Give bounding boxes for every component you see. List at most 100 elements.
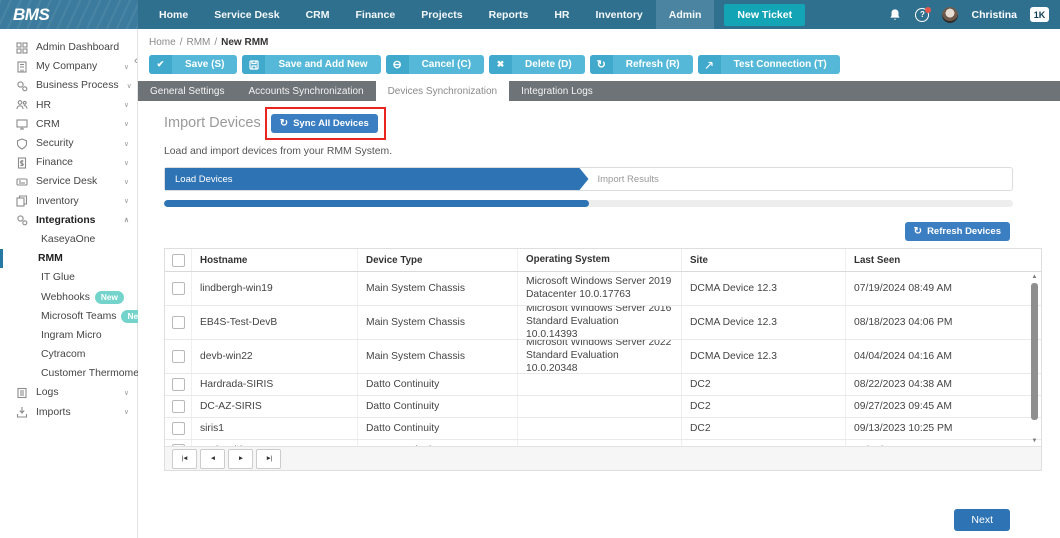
previous-page-button[interactable]: ◄ xyxy=(200,449,225,469)
cell-device-type: Datto Continuity xyxy=(357,396,517,417)
column-hostname[interactable]: Hostname xyxy=(191,249,357,271)
sidebar-item-inventory[interactable]: Inventory ∨ xyxy=(0,192,137,211)
notifications-bell-icon[interactable] xyxy=(888,8,902,22)
nav-projects[interactable]: Projects xyxy=(408,0,475,29)
bms-logo[interactable]: BMS xyxy=(0,0,138,29)
select-all-checkbox[interactable] xyxy=(172,254,185,267)
nav-crm[interactable]: CRM xyxy=(293,0,343,29)
sidebar-item-security[interactable]: Security ∨ xyxy=(0,134,137,153)
cell-os: Microsoft Windows Server 2019 Datacenter… xyxy=(517,272,681,305)
table-row[interactable]: TaylorSiris1 Datto Continuity DC2 08/22/… xyxy=(165,440,1041,446)
column-last-seen[interactable]: Last Seen xyxy=(845,249,1041,271)
breadcrumb-home[interactable]: Home xyxy=(149,37,176,48)
row-checkbox[interactable] xyxy=(172,444,185,446)
save-and-add-new-button[interactable]: Save and Add New xyxy=(242,55,380,74)
chevron-down-icon: ∨ xyxy=(124,389,129,397)
cell-hostname: DC-AZ-SIRIS xyxy=(191,396,357,417)
chevron-down-icon: ∨ xyxy=(124,408,129,416)
table-row[interactable]: Hardrada-SIRIS Datto Continuity DC2 08/2… xyxy=(165,374,1041,396)
chevron-down-icon: ∨ xyxy=(124,101,129,109)
nav-home[interactable]: Home xyxy=(146,0,201,29)
breadcrumb-rmm[interactable]: RMM xyxy=(186,37,210,48)
scroll-down-icon[interactable]: ▼ xyxy=(1032,438,1038,444)
next-button[interactable]: Next xyxy=(954,509,1010,531)
nav-inventory[interactable]: Inventory xyxy=(582,0,655,29)
delete-button[interactable]: ✖ Delete (D) xyxy=(489,55,585,74)
wizard-stepper: Load Devices Import Results xyxy=(164,167,1013,191)
integrations-icon xyxy=(16,214,28,226)
table-row[interactable]: EB4S-Test-DevB Main System Chassis Micro… xyxy=(165,306,1041,340)
tab-accounts-synchronization[interactable]: Accounts Synchronization xyxy=(237,81,376,101)
record-toolbar: ✔ Save (S) Save and Add New ⊖ Cancel (C)… xyxy=(138,51,1060,81)
chevron-down-icon: ∨ xyxy=(124,159,129,167)
row-checkbox[interactable] xyxy=(172,282,185,295)
new-ticket-button[interactable]: New Ticket xyxy=(724,4,805,26)
row-checkbox[interactable] xyxy=(172,422,185,435)
sidebar-item-webhooks[interactable]: Webhooks New xyxy=(0,287,137,306)
sidebar-item-microsoft-teams[interactable]: Microsoft Teams New xyxy=(0,307,137,326)
sidebar-item-integrations[interactable]: Integrations ∧ xyxy=(0,211,137,230)
sidebar-item-business-process[interactable]: Business Process ∨ xyxy=(0,76,137,95)
scroll-up-icon[interactable]: ▲ xyxy=(1032,274,1038,280)
tab-devices-synchronization[interactable]: Devices Synchronization xyxy=(376,81,510,101)
sidebar-item-my-company[interactable]: My Company ∨ xyxy=(0,57,137,76)
sidebar-label: Webhooks xyxy=(41,292,90,303)
nav-finance[interactable]: Finance xyxy=(343,0,409,29)
table-row[interactable]: siris1 Datto Continuity DC2 09/13/2023 1… xyxy=(165,418,1041,440)
sidebar-item-cytracom[interactable]: Cytracom xyxy=(0,345,137,364)
cell-site: DC2 xyxy=(681,440,845,446)
row-checkbox[interactable] xyxy=(172,350,185,363)
sidebar-label: IT Glue xyxy=(41,272,75,283)
row-checkbox[interactable] xyxy=(172,316,185,329)
table-row[interactable]: DC-AZ-SIRIS Datto Continuity DC2 09/27/2… xyxy=(165,396,1041,418)
column-device-type[interactable]: Device Type xyxy=(357,249,517,271)
table-row[interactable]: devb-win22 Main System Chassis Microsoft… xyxy=(165,340,1041,374)
sidebar-item-hr[interactable]: HR ∨ xyxy=(0,96,137,115)
sidebar-item-kaseyaone[interactable]: KaseyaOne xyxy=(0,230,137,249)
tab-general-settings[interactable]: General Settings xyxy=(138,81,237,101)
step-import-results[interactable]: Import Results xyxy=(598,168,659,190)
cancel-button[interactable]: ⊖ Cancel (C) xyxy=(386,55,484,74)
nav-hr[interactable]: HR xyxy=(541,0,582,29)
column-site[interactable]: Site xyxy=(681,249,845,271)
sidebar-item-customer-thermometer[interactable]: Customer Thermometer xyxy=(0,364,137,383)
sidebar-label: HR xyxy=(36,100,51,111)
chevron-down-icon: ∨ xyxy=(124,178,129,186)
first-page-button[interactable]: |◄ xyxy=(172,449,197,469)
sidebar-item-ingram-micro[interactable]: Ingram Micro xyxy=(0,326,137,345)
row-checkbox[interactable] xyxy=(172,400,185,413)
cell-os xyxy=(517,418,681,439)
refresh-devices-button[interactable]: ↻ Refresh Devices xyxy=(905,222,1010,241)
column-operating-system[interactable]: Operating System xyxy=(517,249,681,271)
devices-table: Hostname Device Type Operating System Si… xyxy=(164,248,1042,471)
nav-admin[interactable]: Admin xyxy=(656,0,715,29)
tab-integration-logs[interactable]: Integration Logs xyxy=(509,81,605,101)
nav-reports[interactable]: Reports xyxy=(476,0,542,29)
sidebar-item-admin-dashboard[interactable]: Admin Dashboard xyxy=(0,38,137,57)
cell-os: Microsoft Windows Server 2016 Standard E… xyxy=(517,306,681,339)
help-icon[interactable]: ? xyxy=(915,8,929,22)
cell-site: DCMA Device 12.3 xyxy=(681,306,845,339)
sidebar-item-logs[interactable]: Logs ∨ xyxy=(0,383,137,402)
sidebar-item-imports[interactable]: Imports ∨ xyxy=(0,403,137,422)
next-page-button[interactable]: ► xyxy=(228,449,253,469)
save-button[interactable]: ✔ Save (S) xyxy=(149,55,237,74)
step-load-devices[interactable]: Load Devices xyxy=(165,168,589,190)
last-page-button[interactable]: ►| xyxy=(256,449,281,469)
sidebar-item-it-glue[interactable]: IT Glue xyxy=(0,268,137,287)
row-checkbox[interactable] xyxy=(172,378,185,391)
test-connection-button[interactable]: Test Connection (T) xyxy=(698,55,840,74)
sidebar-collapse-icon[interactable]: ‹ xyxy=(134,55,138,67)
refresh-button[interactable]: ↻ Refresh (R) xyxy=(590,55,693,74)
user-avatar[interactable] xyxy=(942,7,958,23)
nav-service-desk[interactable]: Service Desk xyxy=(201,0,292,29)
user-name[interactable]: Christina xyxy=(971,9,1017,21)
sidebar-item-rmm[interactable]: RMM xyxy=(0,249,137,268)
scrollbar-thumb[interactable] xyxy=(1031,283,1038,420)
sidebar-item-crm[interactable]: CRM ∨ xyxy=(0,115,137,134)
chevron-up-icon: ∧ xyxy=(124,216,129,224)
table-row[interactable]: lindbergh-win19 Main System Chassis Micr… xyxy=(165,272,1041,306)
kaseya-one-icon[interactable]: 1K xyxy=(1030,7,1049,22)
sidebar-item-service-desk[interactable]: Service Desk ∨ xyxy=(0,172,137,191)
sidebar-item-finance[interactable]: Finance ∨ xyxy=(0,153,137,172)
